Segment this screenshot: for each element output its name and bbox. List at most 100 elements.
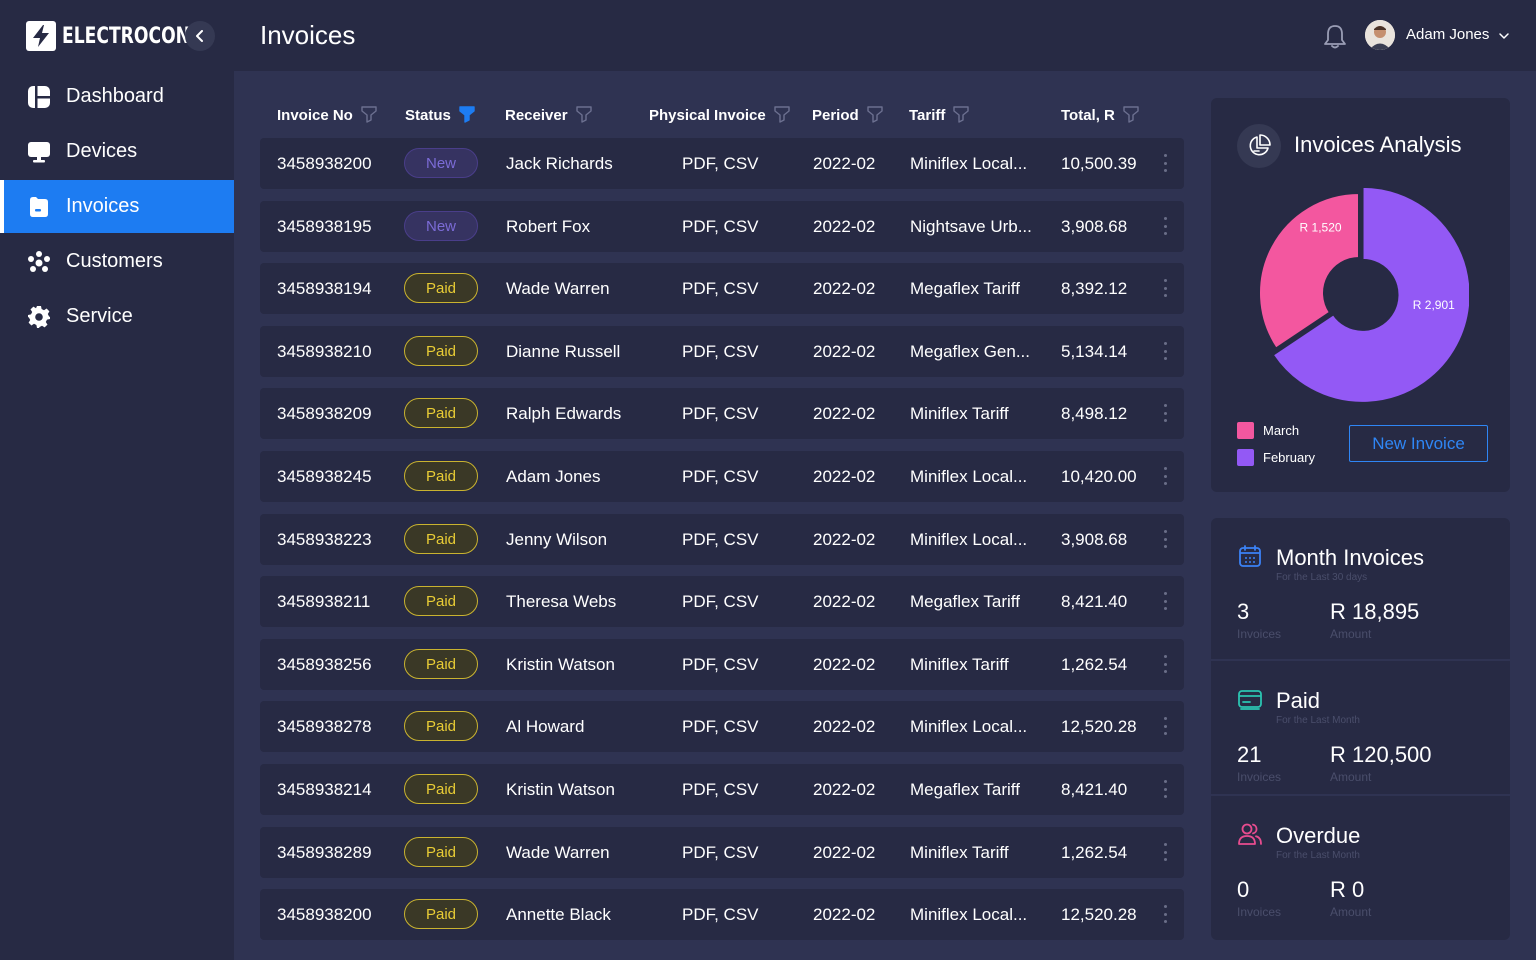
table-row[interactable]: 3458938209 Ralph Edwards PDF, CSV 2022-02 Mi…: [260, 388, 1184, 439]
cell-tariff: Miniflex Local...: [910, 904, 1028, 924]
cell-physical-invoice: PDF, CSV: [682, 716, 759, 736]
cell-total: 8,498.12: [1061, 403, 1128, 423]
table-row[interactable]: 3458938289 Wade Warren PDF, CSV 2022-02 Mini…: [260, 827, 1184, 878]
column-header-receiver[interactable]: Receiver: [505, 102, 592, 128]
cell-period: 2022-02: [813, 153, 876, 173]
status-badge: Paid: [404, 774, 478, 804]
cell-tariff: Miniflex Local...: [910, 466, 1028, 486]
column-header-total[interactable]: Total, R: [1061, 102, 1139, 128]
row-menu-icon[interactable]: [1163, 342, 1167, 360]
stat-amount-label: Amount: [1330, 627, 1372, 641]
sidebar-item-customers[interactable]: Customers: [0, 235, 234, 288]
sidebar-item-label: Devices: [66, 140, 138, 162]
table-row[interactable]: 3458938210 Dianne Russell PDF, CSV 2022-02 M…: [260, 326, 1184, 377]
table-row[interactable]: 3458938200 Annette Black PDF, CSV 2022-02 Mi…: [260, 889, 1184, 940]
filter-icon[interactable]: [866, 106, 883, 124]
cell-period: 2022-02: [813, 654, 876, 674]
new-invoice-button[interactable]: New Invoice: [1349, 425, 1488, 462]
cell-invoice-no: 3458938278: [277, 716, 372, 736]
column-label: Tariff: [909, 106, 946, 124]
cell-invoice-no: 3458938223: [277, 529, 372, 549]
cell-total: 8,421.40: [1061, 779, 1128, 799]
page-title: Invoices: [260, 20, 356, 50]
column-header-tariff[interactable]: Tariff: [909, 102, 970, 128]
row-menu-icon[interactable]: [1163, 217, 1167, 235]
chevron-down-icon[interactable]: [1498, 30, 1510, 42]
brand-name: ELECTROCON: [62, 23, 191, 49]
filter-icon[interactable]: [774, 106, 790, 124]
cell-total: 5,134.14: [1061, 341, 1128, 361]
sidebar: ELECTROCON Dashboard Devices Invoices Cu…: [0, 0, 234, 960]
chart-pie-icon: [1237, 124, 1281, 168]
stat-title: Overdue: [1276, 823, 1361, 848]
table-row[interactable]: 3458938211 Theresa Webs PDF, CSV 2022-02 Meg…: [260, 576, 1184, 627]
stat-count-label: Invoices: [1237, 770, 1282, 784]
table-row[interactable]: 3458938214 Kristin Watson PDF, CSV 2022-02 M…: [260, 764, 1184, 815]
row-menu-icon[interactable]: [1163, 780, 1167, 798]
table-row[interactable]: 3458938200 Jack Richards PDF, CSV 2022-02 Mi…: [260, 138, 1184, 189]
invoice-icon: [26, 194, 52, 220]
status-badge: Paid: [404, 336, 478, 366]
stat-amount-label: Amount: [1330, 770, 1372, 784]
column-header-status[interactable]: Status: [405, 102, 475, 128]
row-menu-icon[interactable]: [1163, 404, 1167, 422]
stat-overdue: Overdue For the Last Month 0 Invoices R …: [1211, 794, 1510, 929]
filter-icon[interactable]: [1123, 106, 1139, 124]
row-menu-icon[interactable]: [1163, 843, 1167, 861]
cell-total: 12,520.28: [1061, 904, 1137, 924]
cell-total: 3,908.68: [1061, 529, 1128, 549]
filter-icon[interactable]: [575, 106, 592, 124]
row-menu-icon[interactable]: [1163, 655, 1167, 673]
cell-receiver: Kristin Watson: [506, 779, 615, 799]
filter-active-icon[interactable]: [459, 106, 475, 124]
row-menu-icon[interactable]: [1163, 905, 1167, 923]
collapse-sidebar-button[interactable]: [185, 21, 215, 51]
column-header-period[interactable]: Period: [812, 102, 883, 128]
table-row[interactable]: 3458938245 Adam Jones PDF, CSV 2022-02 Minif…: [260, 451, 1184, 502]
table-row[interactable]: 3458938223 Jenny Wilson PDF, CSV 2022-02 Min…: [260, 514, 1184, 565]
cell-tariff: Miniflex Local...: [910, 716, 1028, 736]
bell-icon[interactable]: [1323, 24, 1347, 50]
table-row[interactable]: 3458938278 Al Howard PDF, CSV 2022-02 Minifl…: [260, 701, 1184, 752]
column-label: Invoice No: [277, 106, 353, 124]
row-menu-icon[interactable]: [1163, 717, 1167, 735]
row-menu-icon[interactable]: [1163, 154, 1167, 172]
status-badge: Paid: [404, 837, 478, 867]
cell-invoice-no: 3458938256: [277, 654, 372, 674]
sidebar-item-devices[interactable]: Devices: [0, 125, 234, 178]
stat-count: 21: [1237, 742, 1262, 767]
column-header-invoice-no[interactable]: Invoice No: [277, 102, 377, 128]
chevron-left-icon: [196, 30, 203, 42]
stat-title: Month Invoices: [1276, 545, 1424, 570]
sidebar-item-dashboard[interactable]: Dashboard: [0, 70, 234, 123]
cell-receiver: Al Howard: [506, 716, 585, 736]
table-row[interactable]: 3458938194 Wade Warren PDF, CSV 2022-02 Mega…: [260, 263, 1184, 314]
cell-period: 2022-02: [813, 779, 876, 799]
card-icon: [1238, 690, 1262, 710]
status-badge: New: [404, 211, 478, 241]
filter-icon[interactable]: [361, 106, 377, 124]
sidebar-item-label: Invoices: [66, 195, 140, 217]
filter-icon[interactable]: [953, 106, 970, 124]
avatar[interactable]: [1365, 20, 1395, 50]
column-label: Receiver: [505, 106, 568, 124]
stat-month-invoices: Month Invoices For the Last 30 days 3 In…: [1211, 518, 1510, 653]
row-menu-icon[interactable]: [1163, 467, 1167, 485]
cell-total: 10,420.00: [1061, 466, 1137, 486]
invoices-donut-chart: R 2,901 R 1,520: [1258, 185, 1469, 403]
sidebar-item-service[interactable]: Service: [0, 290, 234, 343]
table-row[interactable]: 3458938195 Robert Fox PDF, CSV 2022-02 Night…: [260, 201, 1184, 252]
column-label: Period: [812, 106, 859, 124]
row-menu-icon[interactable]: [1163, 592, 1167, 610]
user-name[interactable]: Adam Jones: [1406, 26, 1489, 43]
row-menu-icon[interactable]: [1163, 279, 1167, 297]
cell-period: 2022-02: [813, 529, 876, 549]
cell-receiver: Jack Richards: [506, 153, 613, 173]
cell-tariff: Megaflex Gen...: [910, 341, 1031, 361]
sidebar-item-invoices[interactable]: Invoices: [0, 180, 234, 233]
row-menu-icon[interactable]: [1163, 530, 1167, 548]
column-header-physical-invoice[interactable]: Physical Invoice: [649, 102, 790, 128]
cell-invoice-no: 3458938211: [277, 591, 371, 611]
cell-physical-invoice: PDF, CSV: [682, 779, 759, 799]
table-row[interactable]: 3458938256 Kristin Watson PDF, CSV 2022-02 M…: [260, 639, 1184, 690]
